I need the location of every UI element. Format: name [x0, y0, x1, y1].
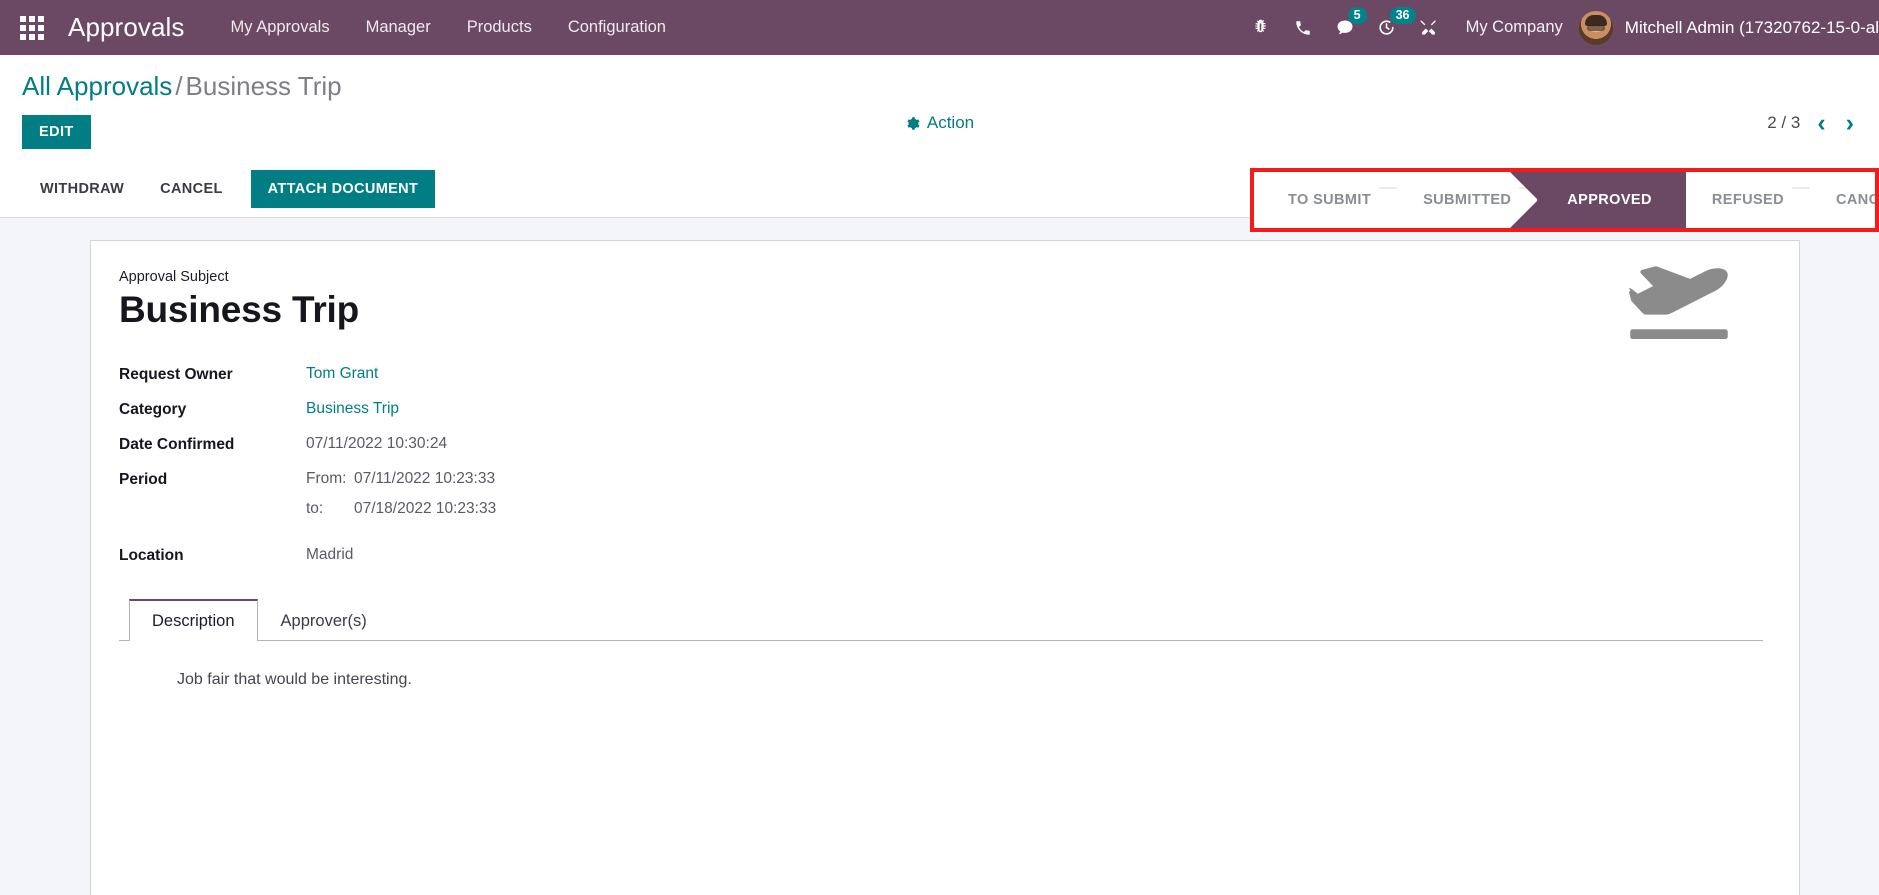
status-to-submit[interactable]: TO SUBMIT	[1262, 172, 1398, 228]
breadcrumb-root[interactable]: All Approvals	[22, 71, 172, 101]
attach-document-button[interactable]: ATTACH DOCUMENT	[250, 170, 436, 208]
approval-subject-value[interactable]: Business Trip	[119, 287, 1763, 333]
description-text[interactable]: Job fair that would be interesting.	[177, 671, 1763, 689]
tab-description[interactable]: Description	[129, 599, 258, 641]
form-sheet-background: Approval Subject Business Trip Request O…	[0, 218, 1879, 895]
field-date-confirmed: Date Confirmed 07/11/2022 10:30:24	[119, 435, 1763, 454]
field-label-category: Category	[119, 401, 187, 418]
breadcrumb-current: Business Trip	[185, 71, 342, 101]
menu-products[interactable]: Products	[449, 0, 550, 55]
tab-approvers[interactable]: Approver(s)	[258, 599, 390, 641]
activities-clock-icon[interactable]: 36	[1366, 0, 1416, 55]
breadcrumb-separator: /	[175, 71, 183, 101]
record-action-buttons: WITHDRAW CANCEL ATTACH DOCUMENT	[22, 170, 436, 208]
action-label: Action	[926, 113, 975, 132]
period-to-value: 07/18/2022 10:23:33	[354, 500, 497, 517]
avatar	[1578, 10, 1613, 45]
period-from-value: 07/11/2022 10:23:33	[354, 470, 496, 487]
plane-departure-icon	[1628, 261, 1729, 344]
pager-previous-icon[interactable]: ‹	[1814, 111, 1828, 136]
withdraw-button[interactable]: WITHDRAW	[22, 171, 142, 207]
field-label-period: Period	[119, 471, 168, 488]
status-cancel[interactable]: CANCEL	[1809, 172, 1875, 228]
breadcrumb: All Approvals / Business Trip	[22, 71, 342, 101]
apps-grid-icon[interactable]	[10, 6, 54, 50]
phone-icon[interactable]	[1282, 0, 1324, 55]
record-title-block: Approval Subject Business Trip	[119, 269, 1763, 333]
field-label-request-owner: Request Owner	[119, 366, 233, 383]
menu-my-approvals[interactable]: My Approvals	[213, 0, 348, 55]
app-brand-title[interactable]: Approvals	[68, 12, 185, 43]
status-approved[interactable]: APPROVED	[1510, 172, 1686, 228]
statusbar: TO SUBMIT SUBMITTED APPROVED REFUSED CAN…	[1254, 172, 1875, 228]
pager-value: 2 / 3	[1767, 113, 1801, 132]
navbar-right-tools: 5 36 My Company Mitchell Admin (17320762…	[1240, 0, 1879, 55]
field-value-request-owner[interactable]: Tom Grant	[306, 365, 378, 383]
field-label-location: Location	[119, 547, 184, 564]
cancel-button[interactable]: CANCEL	[142, 171, 241, 207]
field-label-date-confirmed: Date Confirmed	[119, 436, 235, 453]
field-location: Location Madrid	[119, 546, 1763, 565]
period-to-key: to:	[306, 500, 324, 517]
pager: 2 / 3 ‹ ›	[1767, 111, 1857, 136]
notebook-tabs: Description Approver(s)	[119, 599, 1763, 641]
field-value-location: Madrid	[306, 546, 354, 563]
field-value-category[interactable]: Business Trip	[306, 400, 399, 418]
bug-icon[interactable]	[1240, 0, 1282, 55]
notebook: Description Approver(s) Job fair that wo…	[119, 599, 1763, 689]
action-menu-button[interactable]: Action	[905, 113, 974, 133]
status-refused[interactable]: REFUSED	[1685, 172, 1810, 228]
menu-manager[interactable]: Manager	[348, 0, 449, 55]
control-panel: All Approvals / Business Trip EDIT Action …	[0, 55, 1879, 232]
company-switcher[interactable]: My Company	[1450, 18, 1579, 37]
notebook-page-description: Job fair that would be interesting.	[119, 641, 1763, 689]
gear-icon	[905, 116, 920, 131]
field-category: Category Business Trip	[119, 400, 1763, 419]
user-name-label: Mitchell Admin (17320762-15-0-al	[1624, 17, 1879, 37]
top-navbar: Approvals My Approvals Manager Products …	[0, 0, 1879, 55]
pager-next-icon[interactable]: ›	[1843, 111, 1857, 136]
user-menu[interactable]: Mitchell Admin (17320762-15-0-al	[1578, 10, 1879, 45]
field-value-date-confirmed: 07/11/2022 10:30:24	[306, 435, 448, 452]
period-to-row: to: 07/18/2022 10:23:33	[306, 500, 496, 518]
tools-icon[interactable]	[1408, 0, 1450, 55]
statusbar-highlight-box: TO SUBMIT SUBMITTED APPROVED REFUSED CAN…	[1250, 168, 1879, 232]
period-from-row: From: 07/11/2022 10:23:33	[306, 470, 496, 488]
edit-button[interactable]: EDIT	[22, 115, 91, 149]
messages-icon[interactable]: 5	[1324, 0, 1367, 55]
field-period: Period From: 07/11/2022 10:23:33 to: 07/…	[119, 470, 1763, 530]
form-sheet: Approval Subject Business Trip Request O…	[90, 240, 1800, 895]
form-fields: Request Owner Tom Grant Category Busines…	[119, 365, 1763, 565]
menu-configuration[interactable]: Configuration	[550, 0, 684, 55]
field-request-owner: Request Owner Tom Grant	[119, 365, 1763, 384]
messages-badge: 5	[1347, 7, 1367, 24]
approval-subject-label: Approval Subject	[119, 269, 229, 285]
period-from-key: From:	[306, 470, 347, 487]
